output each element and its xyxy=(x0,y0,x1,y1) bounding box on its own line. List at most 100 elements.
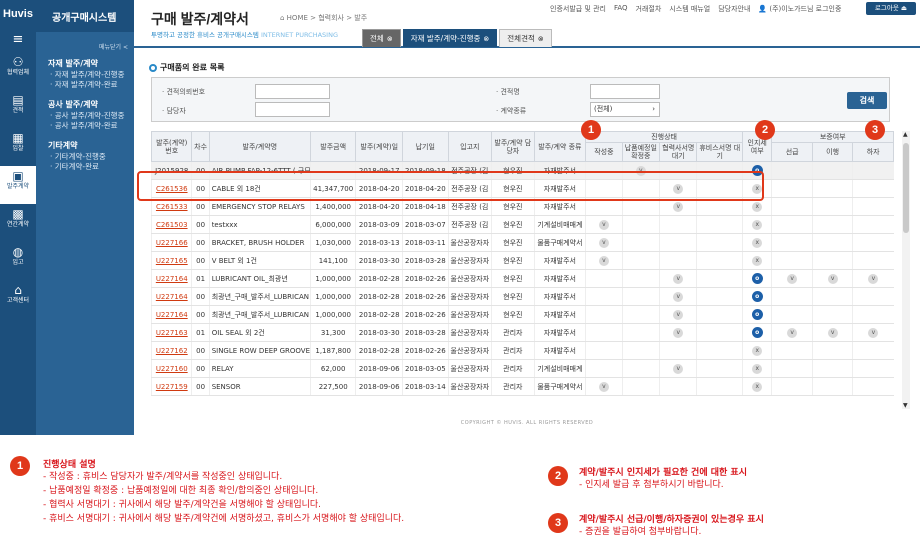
col-vendor-sign[interactable]: 협력사서명 대기 xyxy=(659,142,698,162)
toplink-manual[interactable]: 시스템 매뉴얼 xyxy=(669,4,710,14)
cell-amount: 227,500 xyxy=(309,377,356,396)
rail-item-bid[interactable]: ▦ 입찰 xyxy=(0,128,36,166)
cell-vendor-sign xyxy=(659,251,697,270)
cell-huvis-sign xyxy=(696,359,743,378)
cell-order-no[interactable]: U227163 xyxy=(150,323,192,342)
table-row[interactable]: U227160 00 RELAY 62,000 2018-09-06 2018-03-05… xyxy=(150,359,894,378)
table-scrollbar[interactable]: ▲ ▼ xyxy=(902,131,910,409)
toplink-faq[interactable]: FAQ xyxy=(614,4,628,14)
cell-order-no[interactable]: U227164 xyxy=(150,287,192,306)
col-manager[interactable]: 발주/계약 담당자 xyxy=(491,131,535,162)
quote-name-input[interactable] xyxy=(590,84,660,99)
col-advance[interactable]: 선급 xyxy=(771,142,813,162)
cell-order-no[interactable]: U227162 xyxy=(150,341,192,360)
cell-order-no[interactable]: U227164 xyxy=(150,269,192,288)
scroll-thumb[interactable] xyxy=(903,143,909,233)
cell-order-no[interactable]: U227159 xyxy=(150,377,192,396)
table-row[interactable]: U227164 01 LUBRICANT OIL_최광년 1,000,000 2018-… xyxy=(150,269,894,288)
rail-item-receiving[interactable]: ◍ 입고 xyxy=(0,242,36,280)
rail-item-annual[interactable]: ▩ 연간계약 xyxy=(0,204,36,242)
menu-item[interactable]: · 공사 발주/계약-완료 xyxy=(48,121,134,131)
close-icon[interactable]: ⊗ xyxy=(483,35,489,43)
table-row[interactable]: U227165 00 V BELT 외 1건 141,100 2018-03-30 201… xyxy=(150,251,894,270)
stamp-required-icon: o xyxy=(751,327,763,338)
scroll-down-icon[interactable]: ▼ xyxy=(903,402,908,409)
cell-huvis-sign xyxy=(696,341,743,360)
scroll-up-icon[interactable]: ▲ xyxy=(903,131,908,138)
app-window: Huvis ≡ ⚇ 협력업체 ▤ 견적 ▦ 입찰 ▣ 발주계약 ▩ 연간계약 ◍ 입고 ⌂ 고… xyxy=(0,0,920,435)
cell-amount: 31,300 xyxy=(309,323,356,342)
quote-number-input[interactable] xyxy=(255,84,330,99)
table-row[interactable]: U227159 00 SENSOR 227,500 2018-09-06 2018-03-… xyxy=(150,377,894,396)
tab-all[interactable]: 전체 ⊗ xyxy=(362,29,401,47)
menu-group-title[interactable]: 기타계약 xyxy=(48,139,134,152)
menu-item[interactable]: · 기타계약-완료 xyxy=(48,162,134,172)
tab-material-in-progress[interactable]: 자재 발주/계약-진행중 ⊗ xyxy=(402,29,498,47)
rail-item-order[interactable]: ▣ 발주계약 xyxy=(0,166,36,204)
tab-all-quotes[interactable]: 전체견적 ⊗ xyxy=(499,29,552,47)
cell-order-no[interactable]: U227164 xyxy=(150,305,192,324)
cell-manager: 현우진 xyxy=(491,269,535,288)
hamburger-icon[interactable]: ≡ xyxy=(0,32,36,52)
table-row[interactable]: U227164 00 최광년_구매_발주서_LUBRICAN 1,000,000 201… xyxy=(150,305,894,324)
toplink-certificate[interactable]: 인증서발급 및 관리 xyxy=(550,4,606,14)
menu-group-title[interactable]: 자재 발주/계약 xyxy=(48,57,134,70)
col-seq[interactable]: 차수 xyxy=(191,131,210,162)
col-amount[interactable]: 발주금액 xyxy=(309,131,357,162)
cell-order-date: 2018-02-28 xyxy=(355,269,403,288)
contract-type-select[interactable]: (전체) › xyxy=(590,102,660,117)
col-name[interactable]: 발주/계약명 xyxy=(208,131,311,162)
huvis-logo[interactable]: Huvis xyxy=(0,0,36,32)
col-order-no[interactable]: 발주(계약)번호 xyxy=(150,131,193,162)
menu-item[interactable]: · 공사 발주/계약-진행중 xyxy=(48,111,134,121)
menu-group-other: 기타계약 · 기타계약-진행중 · 기타계약-완료 xyxy=(36,139,134,180)
cell-performance xyxy=(811,305,853,324)
note-3: 계약/발주시 선급/이행/하자증권이 있는경우 표시 - 증권을 발급하여 첨부… xyxy=(579,515,764,537)
close-icon[interactable]: ⊗ xyxy=(387,35,393,43)
manager-input[interactable] xyxy=(255,102,330,117)
menu-item[interactable]: · 자재 발주/계약-진행중 xyxy=(48,70,134,80)
cell-date-confirming xyxy=(621,323,660,342)
cell-stamp-tax: o xyxy=(742,305,772,324)
col-performance[interactable]: 이행 xyxy=(811,142,854,162)
logout-button[interactable]: 로그아웃 ⏏ xyxy=(866,2,916,15)
toplink-process[interactable]: 거래절차 xyxy=(636,4,662,14)
search-button[interactable]: 검색 xyxy=(847,92,887,109)
rail-item-vendor[interactable]: ⚇ 협력업체 xyxy=(0,52,36,90)
table-row[interactable]: C261503 00 testxxx 6,000,000 2018-03-09 2018-… xyxy=(150,215,894,234)
cell-order-no[interactable]: C261503 xyxy=(150,215,192,234)
x-mark-icon: x xyxy=(752,219,763,230)
cell-drafting: v xyxy=(585,215,623,234)
rail-item-support[interactable]: ⌂ 고객센터 xyxy=(0,280,36,318)
cell-date-confirming xyxy=(621,287,660,306)
table-row[interactable]: U227163 01 OIL SEAL 외 2건 31,300 2018-03-30 20… xyxy=(150,323,894,342)
close-icon[interactable]: ⊗ xyxy=(538,35,544,43)
check-mark-icon: v xyxy=(673,201,684,212)
col-order-date[interactable]: 발주(계약)일 xyxy=(355,131,403,162)
table-row[interactable]: U227162 00 SINGLE ROW DEEP GROOVE B 1,187,8… xyxy=(150,341,894,360)
cell-order-no[interactable]: U227160 xyxy=(150,359,192,378)
cell-seq: 00 xyxy=(191,341,210,360)
cell-huvis-sign xyxy=(696,287,743,306)
col-drafting[interactable]: 작성중 xyxy=(585,142,623,162)
x-mark-icon: x xyxy=(752,363,763,374)
col-due-date[interactable]: 납기일 xyxy=(402,131,449,162)
toplink-contact[interactable]: 담당자안내 xyxy=(718,4,750,14)
menu-item[interactable]: · 자재 발주/계약-완료 xyxy=(48,80,134,90)
calendar-icon: ▩ xyxy=(12,207,24,221)
cell-order-no[interactable]: U227166 xyxy=(150,233,192,252)
menu-item[interactable]: · 기타계약-진행중 xyxy=(48,152,134,162)
col-kind[interactable]: 발주/계약 종류 xyxy=(533,131,587,162)
cell-order-no[interactable]: U227165 xyxy=(150,251,192,270)
cell-advance xyxy=(771,233,813,252)
table-row[interactable]: U227164 00 최광년_구매_발주서_LUBRICAN 1,000,000 201… xyxy=(150,287,894,306)
col-huvis-sign[interactable]: 휴비스서명 대기 xyxy=(696,142,744,162)
col-place[interactable]: 입고지 xyxy=(447,131,493,162)
col-defect[interactable]: 하자 xyxy=(852,142,894,162)
table-row[interactable]: U227166 00 BRACKET, BRUSH HOLDER 1,030,000 2… xyxy=(150,233,894,252)
rail-item-quote[interactable]: ▤ 견적 xyxy=(0,90,36,128)
menu-close-toggle[interactable]: 메뉴닫기 < xyxy=(36,32,134,57)
col-date-confirming[interactable]: 납품예정일 확정중 xyxy=(621,142,661,162)
cell-advance: v xyxy=(771,269,813,288)
menu-group-title[interactable]: 공사 발주/계약 xyxy=(48,98,134,111)
